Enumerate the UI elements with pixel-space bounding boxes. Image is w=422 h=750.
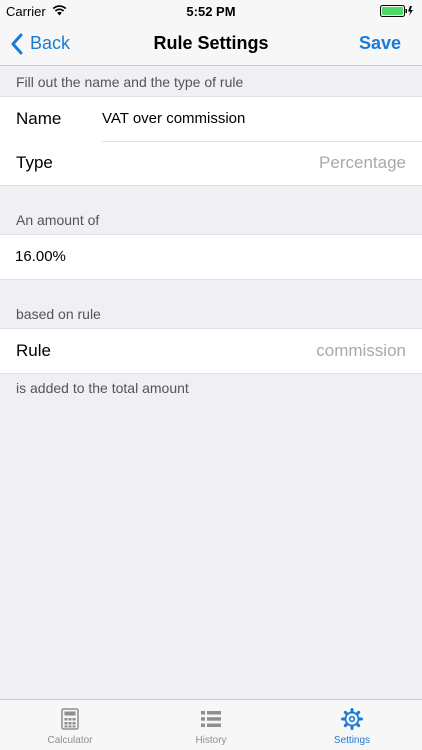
name-field[interactable] xyxy=(102,97,402,141)
amount-group xyxy=(0,234,422,280)
tab-settings-label: Settings xyxy=(333,735,371,746)
amount-field[interactable] xyxy=(15,235,395,279)
tab-calculator-label: Calculator xyxy=(47,735,93,746)
save-button[interactable]: Save xyxy=(359,22,401,65)
type-value: Percentage xyxy=(319,153,406,172)
name-type-section-header: Fill out the name and the type of rule xyxy=(16,74,244,90)
tab-history-label: History xyxy=(195,735,227,746)
calculator-icon xyxy=(61,708,79,730)
status-time: 5:52 PM xyxy=(186,4,236,19)
based-on-section-header: based on rule xyxy=(16,306,101,322)
tab-bar: Calculator History Settings xyxy=(0,699,422,750)
amount-row[interactable] xyxy=(0,235,422,279)
navigation-bar: Back Rule Settings Save xyxy=(0,22,422,66)
status-bar: Carrier 5:52 PM xyxy=(0,0,422,22)
list-icon xyxy=(201,711,221,727)
type-label: Type xyxy=(16,153,53,172)
name-type-group: Name Type Percentage xyxy=(0,96,422,186)
tab-calculator[interactable]: Calculator xyxy=(0,700,140,750)
amount-section-header: An amount of xyxy=(16,212,100,228)
rule-value: commission xyxy=(316,341,406,360)
tab-settings[interactable]: Settings xyxy=(282,700,422,750)
name-row[interactable]: Name xyxy=(0,97,422,141)
rule-group: Rule commission xyxy=(0,328,422,374)
battery-icon xyxy=(380,5,413,17)
rule-row[interactable]: Rule commission xyxy=(0,329,422,373)
rule-label: Rule xyxy=(16,341,51,360)
gear-icon xyxy=(341,708,363,730)
tab-history[interactable]: History xyxy=(141,700,281,750)
footer-note: is added to the total amount xyxy=(16,380,189,396)
name-label: Name xyxy=(16,109,62,128)
type-row[interactable]: Type Percentage xyxy=(0,141,422,185)
